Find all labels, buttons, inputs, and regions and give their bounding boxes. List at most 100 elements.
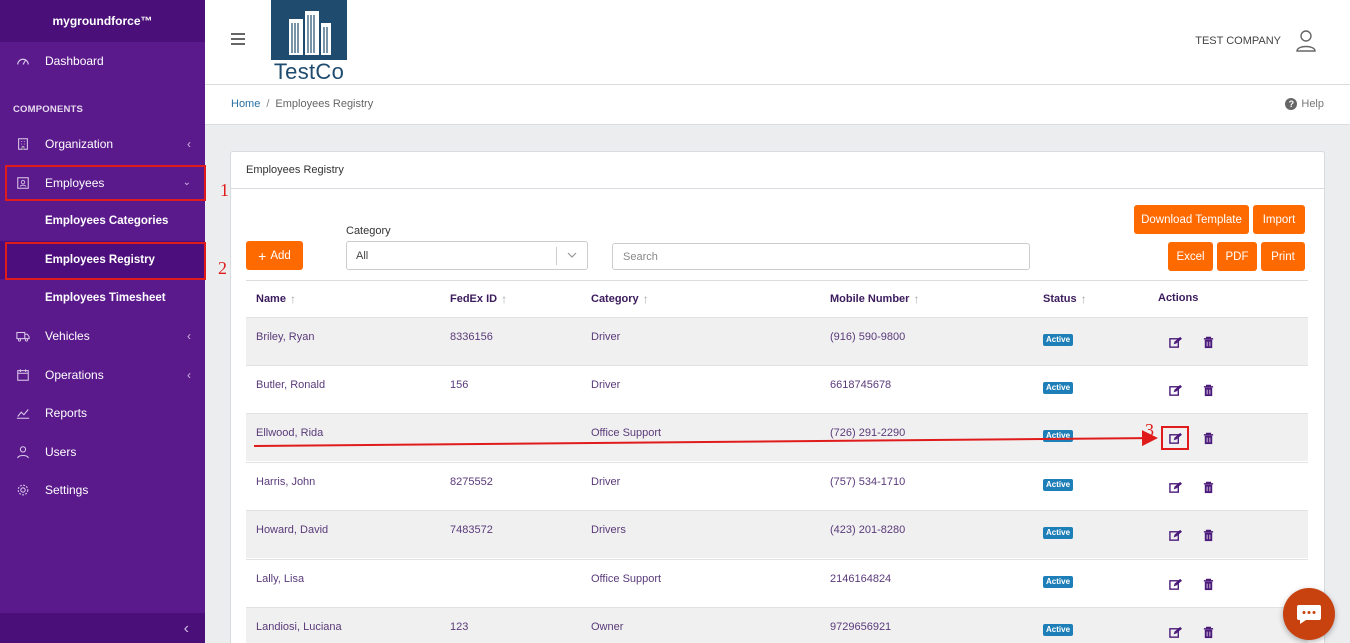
category-select[interactable]: All bbox=[346, 241, 588, 270]
cell-fedex-id: 123 bbox=[450, 621, 469, 633]
speedometer-icon bbox=[16, 54, 30, 68]
chart-line-icon bbox=[16, 406, 30, 420]
delete-icon[interactable] bbox=[1201, 528, 1215, 542]
sidebar-item-users[interactable]: Users bbox=[0, 433, 205, 471]
edit-icon[interactable] bbox=[1168, 335, 1182, 349]
edit-icon[interactable] bbox=[1168, 577, 1182, 591]
cell-mobile: (757) 534-1710 bbox=[830, 476, 906, 488]
card-title: Employees Registry bbox=[231, 152, 1324, 189]
sort-arrow-icon: ↑ bbox=[1080, 292, 1087, 306]
column-header-mobile[interactable]: Mobile Number ↑ bbox=[830, 292, 919, 306]
breadcrumb-current: Employees Registry bbox=[275, 98, 374, 110]
cell-name: Ellwood, Rida bbox=[256, 427, 324, 439]
table-row: Briley, Ryan 8336156 Driver (916) 590-98… bbox=[246, 317, 1308, 365]
cell-category: Driver bbox=[591, 331, 621, 343]
edit-icon[interactable] bbox=[1168, 480, 1182, 494]
delete-icon[interactable] bbox=[1201, 383, 1215, 397]
truck-icon bbox=[16, 329, 30, 343]
column-header-status[interactable]: Status ↑ bbox=[1043, 292, 1087, 306]
sidebar: mygroundforce™ Dashboard COMPONENTS Orga… bbox=[0, 0, 205, 643]
table-row: Lally, Lisa Office Support 2146164824 Ac… bbox=[246, 559, 1308, 607]
collapse-sidebar-icon[interactable]: ‹ bbox=[184, 620, 189, 638]
cell-name: Howard, David bbox=[256, 524, 329, 536]
annotation-box-2 bbox=[5, 242, 206, 280]
export-pdf-button[interactable]: PDF bbox=[1217, 242, 1257, 271]
sidebar-item-label: Vehicles bbox=[45, 329, 90, 343]
table-header: Name ↑ FedEx ID ↑ Category ↑ Mobile Number ↑… bbox=[246, 280, 1308, 317]
status-badge: Active bbox=[1043, 430, 1074, 442]
breadcrumb: Home / Employees Registry bbox=[231, 98, 373, 110]
annotation-box-1 bbox=[5, 165, 206, 201]
cell-category: Driver bbox=[591, 379, 621, 391]
export-excel-button[interactable]: Excel bbox=[1168, 242, 1213, 271]
delete-icon[interactable] bbox=[1201, 431, 1215, 445]
building-icon bbox=[16, 137, 30, 151]
category-select-value: All bbox=[356, 250, 369, 262]
chevron-left-icon: ‹ bbox=[187, 329, 191, 343]
cell-name: Landiosi, Luciana bbox=[256, 621, 342, 633]
column-header-fedex-id[interactable]: FedEx ID ↑ bbox=[450, 292, 507, 306]
edit-icon[interactable] bbox=[1168, 625, 1182, 639]
edit-icon[interactable] bbox=[1168, 528, 1182, 542]
breadcrumb-home-link[interactable]: Home bbox=[231, 98, 260, 110]
logo-text: TestCo bbox=[273, 59, 345, 84]
category-label: Category bbox=[346, 225, 391, 237]
delete-icon[interactable] bbox=[1201, 625, 1215, 639]
sidebar-section-title: COMPONENTS bbox=[13, 104, 84, 115]
download-template-button[interactable]: Download Template bbox=[1134, 205, 1249, 234]
hamburger-menu-icon[interactable] bbox=[231, 33, 245, 45]
import-button[interactable]: Import bbox=[1253, 205, 1305, 234]
table-row: Harris, John 8275552 Driver (757) 534-17… bbox=[246, 462, 1308, 510]
sidebar-subitem-employees-timesheet[interactable]: Employees Timesheet bbox=[0, 279, 205, 317]
cell-fedex-id: 8336156 bbox=[450, 331, 493, 343]
help-link[interactable]: ? Help bbox=[1285, 98, 1324, 110]
sort-arrow-icon: ↑ bbox=[501, 292, 508, 306]
add-button-label: Add bbox=[270, 249, 291, 262]
print-button[interactable]: Print bbox=[1261, 242, 1305, 271]
sidebar-item-label: Organization bbox=[45, 137, 114, 151]
status-badge: Active bbox=[1043, 382, 1074, 394]
column-header-label: Mobile Number bbox=[830, 293, 910, 305]
chevron-left-icon: ‹ bbox=[187, 368, 191, 382]
edit-icon[interactable] bbox=[1168, 383, 1182, 397]
sort-arrow-icon: ↑ bbox=[289, 292, 296, 306]
add-employee-button[interactable]: + Add bbox=[246, 241, 303, 270]
calendar-icon bbox=[16, 368, 30, 382]
search-input[interactable] bbox=[612, 243, 1030, 270]
brand-name: mygroundforce™ bbox=[0, 0, 205, 42]
sidebar-item-operations[interactable]: Operations ‹ bbox=[0, 356, 205, 394]
cell-category: Office Support bbox=[591, 573, 662, 585]
column-header-category[interactable]: Category ↑ bbox=[591, 292, 649, 306]
status-badge: Active bbox=[1043, 334, 1074, 346]
cell-name: Harris, John bbox=[256, 476, 316, 488]
delete-icon[interactable] bbox=[1201, 335, 1215, 349]
logo-building-graphic bbox=[271, 0, 347, 60]
sidebar-item-reports[interactable]: Reports bbox=[0, 394, 205, 432]
delete-icon[interactable] bbox=[1201, 480, 1215, 494]
status-badge: Active bbox=[1043, 576, 1074, 588]
sidebar-item-settings[interactable]: Settings bbox=[0, 471, 205, 509]
sidebar-item-label: Settings bbox=[45, 483, 89, 497]
column-header-actions: Actions bbox=[1158, 292, 1199, 304]
sidebar-footer: ‹ bbox=[0, 613, 205, 643]
company-name[interactable]: TEST COMPANY bbox=[1195, 35, 1281, 47]
sidebar-item-organization[interactable]: Organization ‹ bbox=[0, 125, 205, 163]
sidebar-subitem-employees-categories[interactable]: Employees Categories bbox=[0, 202, 205, 240]
cell-fedex-id: 156 bbox=[450, 379, 469, 391]
user-profile-icon[interactable] bbox=[1296, 29, 1316, 53]
sidebar-item-label: Operations bbox=[45, 368, 104, 382]
column-header-label: Category bbox=[591, 293, 639, 305]
cell-mobile: (916) 590-9800 bbox=[830, 331, 906, 343]
table-row: Butler, Ronald 156 Driver 6618745678 Act… bbox=[246, 365, 1308, 413]
top-header: TestCo TEST COMPANY bbox=[205, 0, 1350, 85]
cell-mobile: 9729656921 bbox=[830, 621, 892, 633]
delete-icon[interactable] bbox=[1201, 577, 1215, 591]
sidebar-item-label: Dashboard bbox=[45, 54, 104, 68]
sidebar-item-vehicles[interactable]: Vehicles ‹ bbox=[0, 317, 205, 355]
cell-category: Office Support bbox=[591, 427, 662, 439]
cell-category: Owner bbox=[591, 621, 624, 633]
chat-widget-button[interactable] bbox=[1283, 588, 1335, 640]
column-header-name[interactable]: Name ↑ bbox=[256, 292, 296, 306]
sidebar-item-dashboard[interactable]: Dashboard bbox=[0, 42, 205, 80]
cell-mobile: (423) 201-8280 bbox=[830, 524, 906, 536]
